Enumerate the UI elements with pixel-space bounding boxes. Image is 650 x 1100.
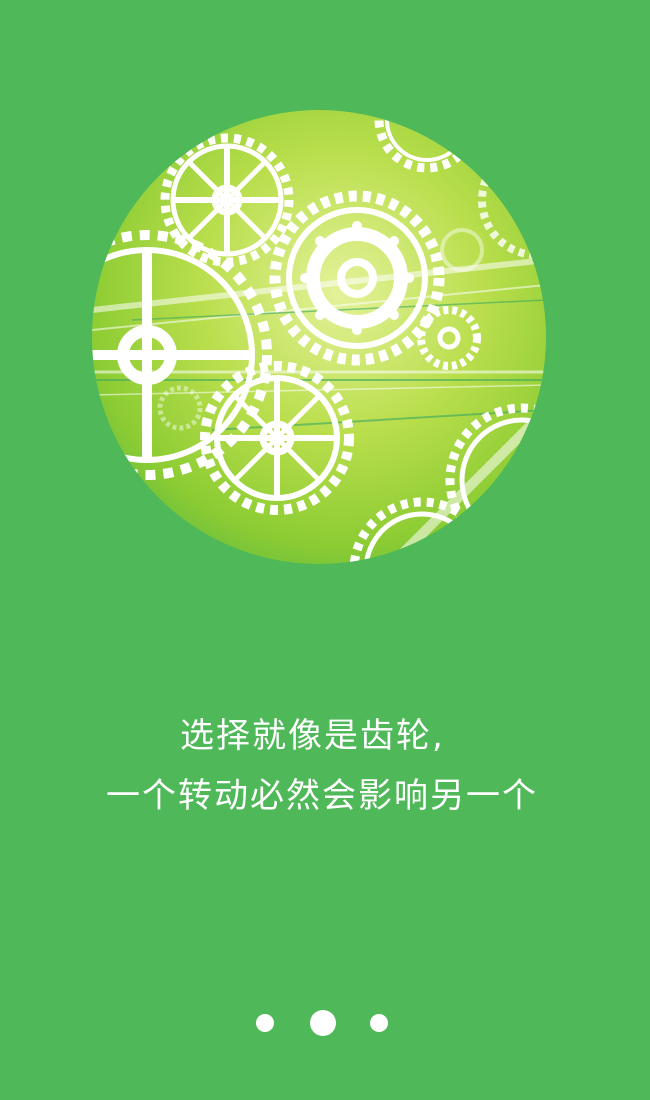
page-indicator <box>0 1008 650 1038</box>
caption-line-1: 选择就像是齿轮, <box>180 716 445 756</box>
onboarding-screen: 选择就像是齿轮, 一个转动必然会影响另一个 <box>0 0 650 1100</box>
page-dot-2-active[interactable] <box>310 1010 336 1036</box>
gears-illustration <box>92 110 546 564</box>
caption-line-2: 一个转动必然会影响另一个 <box>106 776 538 816</box>
page-dot-3[interactable] <box>370 1014 388 1032</box>
page-dot-1[interactable] <box>256 1014 274 1032</box>
